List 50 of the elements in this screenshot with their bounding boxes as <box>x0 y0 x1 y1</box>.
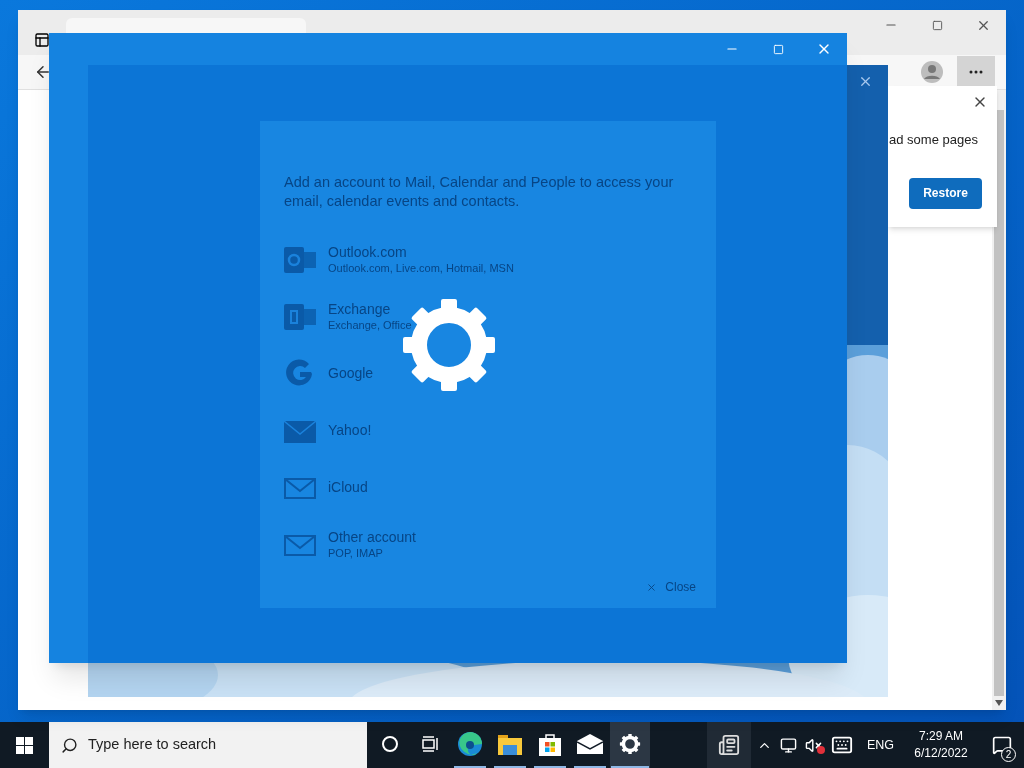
account-option[interactable]: iCloud <box>284 464 696 511</box>
notifications-button[interactable]: 2 <box>980 722 1024 768</box>
search-box[interactable]: Type here to search <box>49 722 367 768</box>
search-input[interactable]: Type here to search <box>88 734 328 756</box>
folder-icon <box>498 733 522 755</box>
envelope-icon <box>577 734 603 754</box>
restore-button[interactable]: Restore <box>909 177 982 209</box>
store-bag-icon <box>538 732 562 756</box>
tab-actions-icon[interactable] <box>34 32 50 48</box>
keyboard-icon[interactable] <box>830 734 853 756</box>
taskbar-app-button[interactable] <box>610 722 650 768</box>
account-name: Google <box>328 365 374 382</box>
account-option[interactable]: Other account POP, IMAP <box>284 521 696 568</box>
popup-message: ad some pages <box>889 131 979 149</box>
account-detail: Exchange, Office <box>328 317 412 333</box>
edge-icon <box>457 731 483 757</box>
profile-icon[interactable] <box>921 61 943 83</box>
account-name: iCloud <box>328 479 368 496</box>
more-button[interactable] <box>957 55 995 89</box>
gear-icon <box>619 733 641 755</box>
account-name: Outlook.com <box>328 243 408 261</box>
account-name: Exchange <box>328 300 392 318</box>
circle-icon <box>381 735 399 753</box>
maximize-icon <box>931 19 943 31</box>
account-option[interactable]: Exchange Exchange, Office <box>284 293 696 340</box>
account-detail: POP, IMAP <box>328 545 384 561</box>
windows-icon <box>16 736 33 754</box>
account-name: Yahoo! <box>328 422 372 439</box>
scroll-down-icon[interactable] <box>995 700 1003 706</box>
more-icon <box>969 70 983 74</box>
intro-text: Add an account to Mail, Calendar and People to access your email, calendar events and contacts. <box>284 173 675 211</box>
news-icon <box>717 734 740 756</box>
task-view-icon <box>421 735 439 753</box>
back-icon[interactable] <box>34 63 52 81</box>
account-name: Other account <box>328 528 416 546</box>
close-icon <box>646 581 658 593</box>
volume-muted-icon[interactable] <box>804 736 823 754</box>
account-option[interactable]: Yahoo! <box>284 407 696 454</box>
maximize-icon <box>772 43 784 55</box>
account-option[interactable]: Outlook.com Outlook.com, Live.com, Hotmail, MSN <box>284 236 696 283</box>
language-indicator[interactable]: ENG <box>858 722 902 768</box>
search-icon <box>61 736 78 754</box>
scrollbar[interactable] <box>992 90 1006 710</box>
news-button[interactable] <box>706 722 751 768</box>
notification-count: 2 <box>1001 747 1016 762</box>
close-button[interactable]: Close <box>646 578 696 596</box>
account-detail: Outlook.com, Live.com, Hotmail, MSN <box>328 260 514 276</box>
clock[interactable]: 7:29 AM 6/12/2022 <box>902 722 980 768</box>
account-option[interactable]: Google <box>284 350 696 397</box>
network-icon[interactable] <box>779 736 797 754</box>
